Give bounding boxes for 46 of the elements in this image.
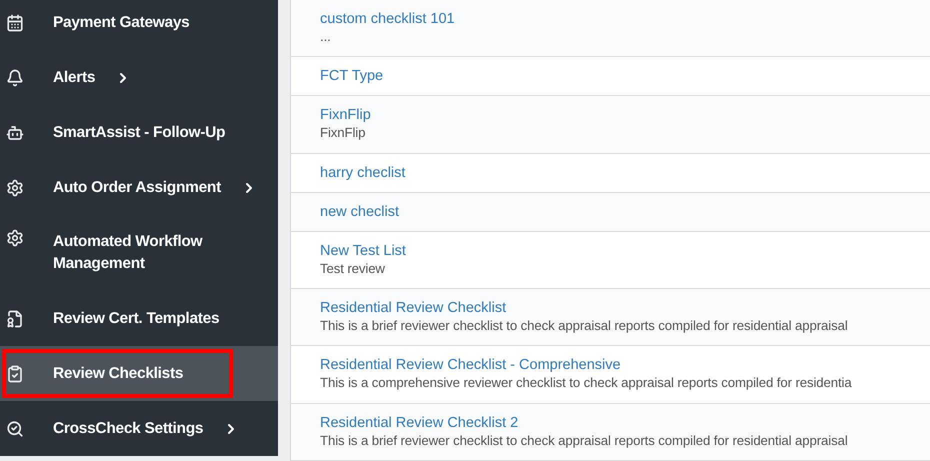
checklist-title-link[interactable]: harry checlist [320,164,930,182]
sidebar-item-label: SmartAssist - Follow-Up [53,122,226,142]
sidebar-item-label: Review Checklists [53,364,184,384]
certificate-document-icon [6,310,24,328]
sidebar-item[interactable]: SmartAssist - Follow-Up [0,105,278,160]
checklist-row[interactable]: Residential Review Checklist This is a brief reviewer checklist to check appraisal reports compiled for residential appraisal [291,288,930,346]
checklist-description: This is a comprehensive reviewer checklist to check appraisal reports compiled for residentia [320,374,853,392]
checklist-description: ... [320,28,332,46]
sidebar-item[interactable]: Payment Gateways [0,0,278,50]
checklist-row[interactable]: harry checlist [291,154,930,193]
checklist-title-link[interactable]: FixnFlip [320,106,930,124]
checklist-description: Test review [320,260,386,278]
checklist-title-link[interactable]: custom checklist 101 [320,10,930,28]
sidebar-item[interactable]: Review Checklists [0,346,278,401]
sidebar-item[interactable]: CrossCheck Settings [0,401,278,456]
clipboard-icon [6,364,24,382]
checklist-row[interactable]: New Test List Test review [291,232,930,289]
checklist-description: FixnFlip [320,124,366,142]
sidebar-item-label: Alerts [53,68,96,88]
sidebar-item-label: Review Cert. Templates [53,308,220,328]
checklist-title-link[interactable]: Residential Review Checklist - Comprehensive [320,356,930,374]
robot-face-icon [6,124,24,142]
checklist-row[interactable]: custom checklist 101 ... [291,0,930,58]
checklist-title-link[interactable]: new checlist [320,202,930,221]
search-check-icon [6,420,24,438]
sidebar-item-label: Payment Gateways [53,12,190,32]
sidebar-item-label: Auto Order Assignment [53,178,221,198]
checklist-row[interactable]: FixnFlip FixnFlip [291,96,930,154]
calendar-icon [6,14,24,32]
gear-icon [6,178,24,196]
sidebar-item[interactable]: Review Cert. Templates [0,291,278,346]
checklist-row[interactable]: Residential Review Checklist 2 This is a brief reviewer checklist to check appraisal reports compiled for residential appraisal [291,404,930,461]
sidebar-item[interactable]: Alerts [0,50,278,105]
checklist-description: This is a brief reviewer checklist to check appraisal reports compiled for residential appraisal [320,432,849,450]
checklist-title-link[interactable]: FCT Type [320,67,930,86]
checklist-description: This is a brief reviewer checklist to check appraisal reports compiled for residential appraisal [320,317,849,336]
checklist-title-link[interactable]: Residential Review Checklist [320,299,930,318]
sidebar-item[interactable]: Automated Workflow Management [0,215,278,291]
sidebar-item-label: Automated Workflow Management [53,232,204,274]
checklist-row[interactable]: new checlist [291,192,930,232]
sidebar-item[interactable]: Auto Order Assignment [0,160,278,215]
gear-icon [6,229,24,247]
checklist-title-link[interactable]: New Test List [320,242,930,260]
bell-icon [6,68,24,86]
sidebar-item-label: CrossCheck Settings [53,418,204,438]
checklist-title-link[interactable]: Residential Review Checklist 2 [320,414,930,432]
